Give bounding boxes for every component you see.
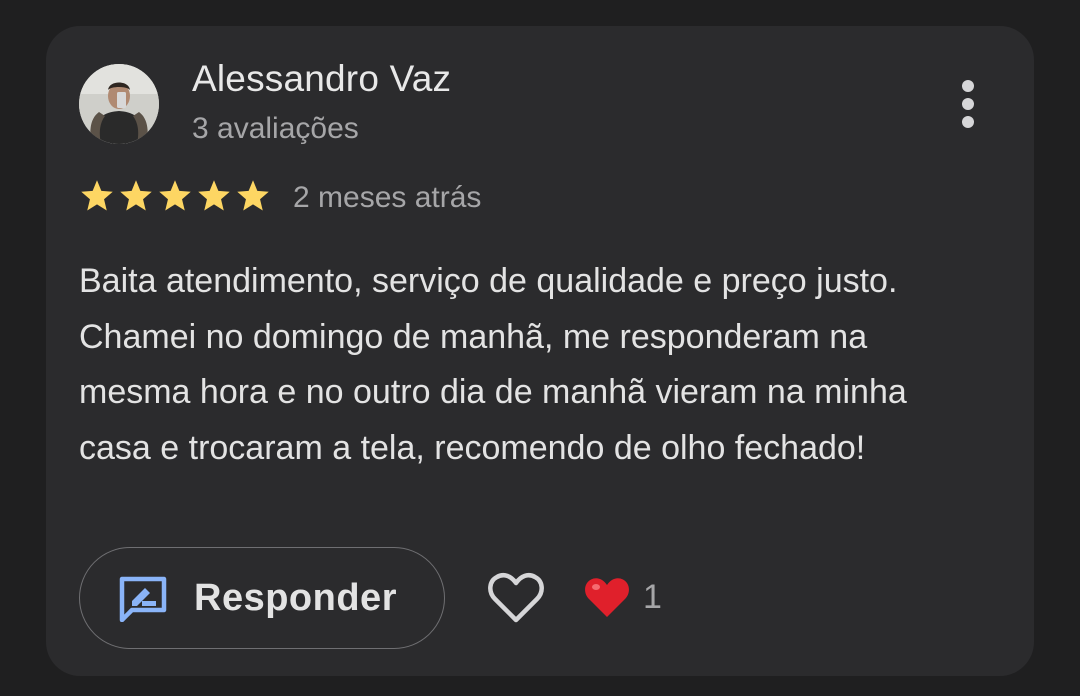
star-icon [81,180,113,211]
rate-review-icon [119,576,167,622]
star-icon [198,180,230,211]
star-icon [237,180,269,211]
heart-reaction-icon [584,577,630,619]
reply-button[interactable]: Responder [79,547,445,649]
more-vertical-icon [962,80,974,128]
heart-outline-icon [488,573,544,623]
avatar-photo [79,64,159,144]
author-review-count[interactable]: 3 avaliações [192,112,359,146]
like-button[interactable] [486,570,546,626]
author-name[interactable]: Alessandro Vaz [192,58,451,100]
reply-label: Responder [194,577,397,619]
more-options-button[interactable] [944,74,992,134]
star-icon [120,180,152,211]
reaction-count: 1 [643,578,662,616]
star-rating [79,178,271,214]
review-text: Baita atendimento, serviço de qualidade … [79,262,907,467]
star-icon [159,180,191,211]
author-avatar[interactable] [79,64,159,144]
review-time: 2 meses atrás [293,181,482,214]
review-card: Alessandro Vaz 3 avaliações 2 meses atrá… [46,26,1034,676]
